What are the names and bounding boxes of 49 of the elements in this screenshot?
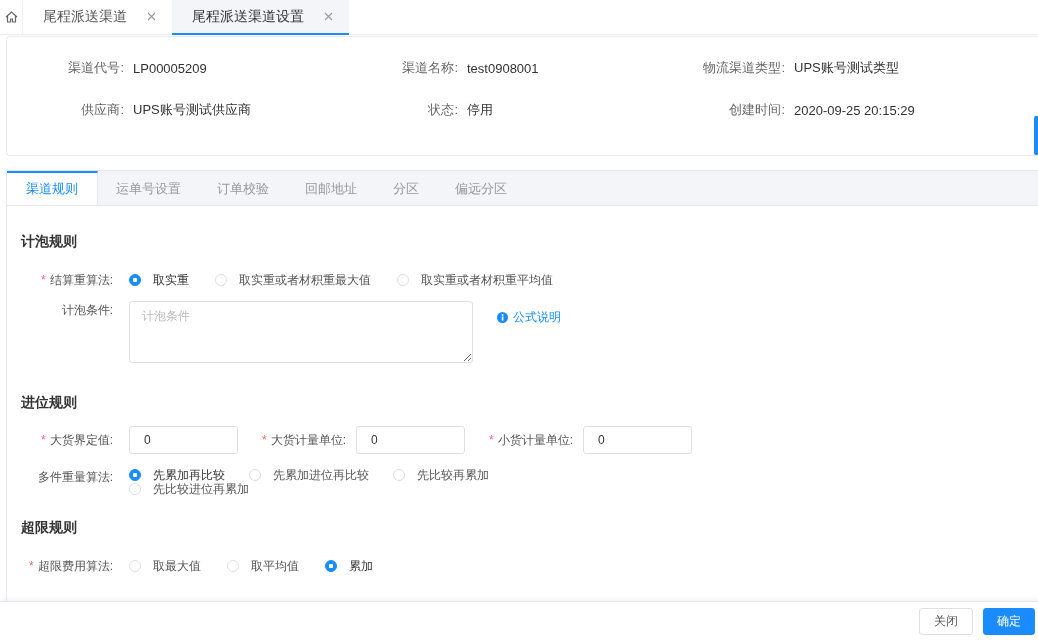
- radio-button[interactable]: [129, 469, 141, 481]
- close-button[interactable]: 关闭: [919, 608, 973, 635]
- radio-label[interactable]: 先累加再比较: [153, 468, 225, 482]
- radio-label[interactable]: 取平均值: [251, 557, 299, 575]
- info-label: 供应商:: [80, 101, 124, 119]
- section-title: 超限规则: [21, 518, 78, 536]
- number-input[interactable]: 0: [129, 426, 238, 454]
- info-value: LP00005209: [133, 60, 208, 76]
- page-tab[interactable]: 尾程派送渠道: [23, 0, 172, 35]
- info-value: 2020-09-25 20:15:29: [794, 102, 916, 118]
- info-icon: [497, 312, 508, 323]
- field-label: * 大货计量单位:: [262, 432, 346, 449]
- radio-label[interactable]: 取最大值: [153, 557, 201, 575]
- info-value: 停用: [467, 101, 494, 119]
- radio-label[interactable]: 取实重或者材积重最大值: [239, 271, 371, 289]
- section-tab[interactable]: 渠道规则: [7, 171, 98, 205]
- radio-button[interactable]: [325, 560, 337, 572]
- info-label: 创建时间:: [728, 101, 785, 119]
- info-value: UPS账号测试供应商: [133, 101, 252, 119]
- info-label: 物流渠道类型:: [702, 59, 785, 77]
- info-label: 状态:: [427, 101, 458, 119]
- close-icon[interactable]: [147, 12, 156, 21]
- radio-label[interactable]: 取实重: [153, 271, 189, 289]
- home-icon[interactable]: [4, 11, 18, 23]
- section-title: 进位规则: [21, 393, 78, 411]
- field-label: * 大货界定值:: [40, 432, 113, 449]
- field-label: * 小货计量单位:: [489, 432, 574, 449]
- side-handle[interactable]: [1034, 116, 1038, 155]
- radio-label[interactable]: 取实重或者材积重平均值: [421, 271, 553, 289]
- radio-label[interactable]: 先累加进位再比较: [273, 468, 369, 482]
- close-icon[interactable]: [324, 12, 333, 21]
- field-label: * 结算重算法:: [40, 272, 113, 289]
- number-input[interactable]: 0: [356, 426, 465, 454]
- section-title: 计泡规则: [21, 232, 78, 250]
- number-input[interactable]: 0: [583, 426, 693, 454]
- info-value: test0908001: [467, 60, 540, 76]
- field-label: 多件重量算法:: [36, 469, 113, 486]
- formula-link[interactable]: 公式说明: [497, 309, 561, 326]
- radio-label[interactable]: 先比较再累加: [417, 468, 489, 482]
- info-label: 渠道代号:: [67, 59, 124, 77]
- radio-label[interactable]: 累加: [349, 557, 373, 575]
- info-label: 渠道名称:: [401, 59, 458, 77]
- radio-label[interactable]: 先比较进位再累加: [153, 482, 249, 496]
- radio-button[interactable]: [129, 274, 141, 286]
- field-label: 计泡条件:: [60, 302, 113, 319]
- textarea-field[interactable]: 计泡条件: [129, 301, 473, 363]
- field-label: * 超限费用算法:: [28, 558, 113, 575]
- info-value: UPS账号测试类型: [794, 59, 900, 77]
- page-tab[interactable]: 尾程派送渠道设置: [172, 0, 349, 35]
